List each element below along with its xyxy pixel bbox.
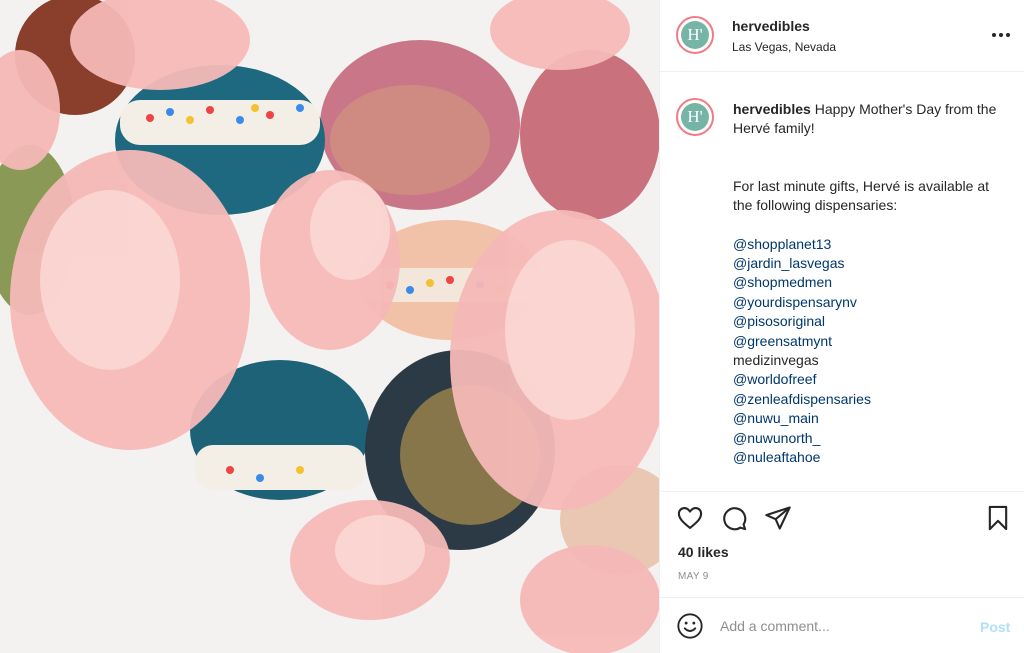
- mention-link[interactable]: @jardin_lasvegas: [733, 254, 1003, 273]
- post-side-panel: H' hervedibles Las Vegas, Nevada H' herv…: [659, 0, 1024, 653]
- comment-bar: Add a comment... Post: [660, 597, 1024, 653]
- bookmark-icon[interactable]: [984, 504, 1012, 532]
- mention-link[interactable]: @greensatmynt: [733, 332, 1003, 351]
- likes-count[interactable]: 40 likes: [678, 544, 729, 560]
- post-photo[interactable]: [0, 0, 659, 653]
- caption-line: medizinvegas: [733, 352, 819, 369]
- mention-link[interactable]: @worldofreef: [733, 370, 1003, 389]
- caption-avatar[interactable]: H': [676, 98, 714, 136]
- smiley-icon[interactable]: [676, 612, 704, 640]
- location-link[interactable]: Las Vegas, Nevada: [732, 40, 836, 54]
- paper-plane-icon[interactable]: [764, 504, 792, 532]
- mention-link[interactable]: @shopplanet13: [733, 235, 1003, 254]
- mention-link[interactable]: @nuleaftahoe: [733, 448, 1003, 467]
- action-bar: [660, 492, 1024, 540]
- username-link[interactable]: hervedibles: [732, 18, 810, 34]
- caption-area: H' hervedibles Happy Mother's Day from t…: [660, 72, 1024, 492]
- caption-text: hervedibles Happy Mother's Day from the …: [733, 100, 1003, 468]
- caption-username-link[interactable]: hervedibles: [733, 101, 811, 117]
- comment-input[interactable]: Add a comment...: [720, 618, 830, 634]
- heart-icon[interactable]: [676, 504, 704, 532]
- mention-link[interactable]: @shopmedmen: [733, 273, 1003, 292]
- post-button[interactable]: Post: [980, 619, 1010, 635]
- post-header: H' hervedibles Las Vegas, Nevada: [660, 0, 1024, 72]
- mention-link[interactable]: @pisosoriginal: [733, 312, 1003, 331]
- avatar-logo: H': [681, 21, 709, 49]
- avatar-logo: H': [681, 103, 709, 131]
- avatar[interactable]: H': [676, 16, 714, 54]
- comment-icon[interactable]: [720, 504, 748, 532]
- post-date[interactable]: MAY 9: [678, 571, 709, 582]
- caption-body: For last minute gifts, Hervé is availabl…: [733, 177, 989, 214]
- more-options-icon[interactable]: [988, 22, 1014, 48]
- mention-link[interactable]: @nuwu_main: [733, 409, 1003, 428]
- mention-link[interactable]: @yourdispensarynv: [733, 293, 1003, 312]
- mention-link[interactable]: @nuwunorth_: [733, 429, 1003, 448]
- mention-link[interactable]: @zenleafdispensaries: [733, 390, 1003, 409]
- mention-list: @shopplanet13 @jardin_lasvegas @shopmedmen…: [733, 235, 1003, 468]
- macarons-carnations-image: [0, 0, 659, 653]
